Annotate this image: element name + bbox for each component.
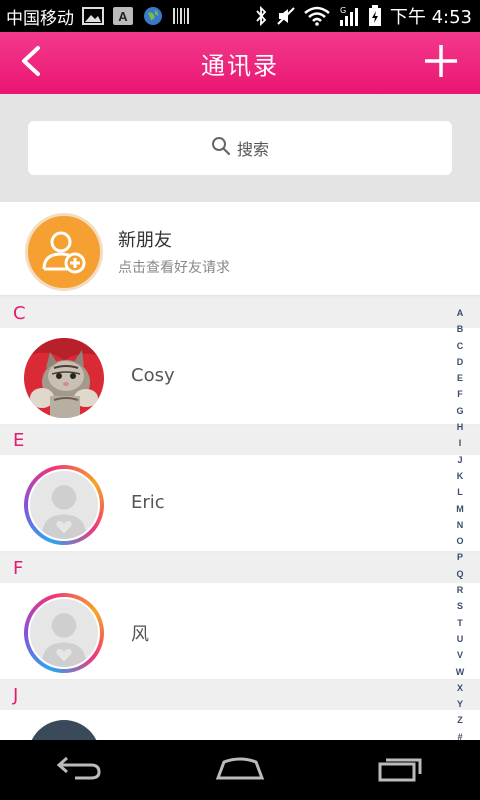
wifi-icon <box>304 6 330 26</box>
back-arrow-icon <box>55 754 105 786</box>
alpha-index-letter[interactable]: I <box>459 435 462 451</box>
alpha-index-letter[interactable]: R <box>457 582 464 598</box>
avatar <box>24 465 104 545</box>
alpha-index-letter[interactable]: N <box>457 517 464 533</box>
avatar <box>24 593 104 673</box>
add-contact-button[interactable] <box>420 42 462 84</box>
search-icon <box>211 136 231 160</box>
nav-home-button[interactable] <box>200 745 280 795</box>
app-header: 通讯录 <box>0 32 480 94</box>
alpha-index-letter[interactable]: D <box>457 354 464 370</box>
contact-name: Eric <box>131 492 165 513</box>
alpha-index-letter[interactable]: Y <box>457 696 463 712</box>
plus-icon <box>423 43 459 83</box>
alpha-index-letter[interactable]: V <box>457 647 463 663</box>
search-placeholder: 搜索 <box>236 140 269 159</box>
alpha-index-letter[interactable]: T <box>457 615 463 631</box>
search-input[interactable]: 搜索 <box>28 121 452 175</box>
back-chevron-icon <box>18 45 42 81</box>
globe-icon <box>142 5 164 27</box>
alpha-index-letter[interactable]: G <box>456 403 463 419</box>
clock: 下午 4:53 <box>389 7 472 28</box>
section-header-c: C <box>0 298 480 328</box>
default-avatar-icon <box>28 597 100 669</box>
avatar <box>24 338 104 418</box>
alpha-index-letter[interactable]: F <box>457 386 463 402</box>
alpha-index-letter[interactable]: S <box>457 598 463 614</box>
avatar <box>28 720 100 740</box>
recent-apps-icon <box>376 754 424 786</box>
default-avatar-icon <box>28 469 100 541</box>
alpha-index-letter[interactable]: U <box>457 631 464 647</box>
nav-recent-button[interactable] <box>360 745 440 795</box>
contact-name: 风 <box>131 624 149 645</box>
alpha-index-letter[interactable]: H <box>457 419 464 435</box>
alpha-index-letter[interactable]: P <box>457 549 463 565</box>
section-header-e: E <box>0 425 480 455</box>
alpha-index-letter[interactable]: X <box>457 680 463 696</box>
search-area: 搜索 <box>0 94 480 202</box>
alpha-index-letter[interactable]: K <box>457 468 464 484</box>
alpha-index-letter[interactable]: L <box>457 484 463 500</box>
carrier-label: 中国移动 <box>6 8 74 29</box>
add-friend-icon <box>25 213 103 291</box>
alpha-index-letter[interactable]: E <box>457 370 463 386</box>
home-icon <box>214 754 266 786</box>
barcode-icon <box>172 7 190 25</box>
battery-icon <box>368 5 382 27</box>
section-header-j: J <box>0 680 480 710</box>
alpha-index-letter[interactable]: J <box>457 452 462 468</box>
alpha-index-letter[interactable]: M <box>456 501 464 517</box>
alpha-index-letter[interactable]: Q <box>456 566 463 582</box>
new-friends-title: 新朋友 <box>118 230 172 251</box>
alpha-index-letter[interactable]: O <box>456 533 463 549</box>
contact-row-feng[interactable]: 风 <box>0 583 480 679</box>
new-friends-subtitle: 点击查看好友请求 <box>118 260 230 276</box>
a-keyboard-icon: A <box>112 6 134 26</box>
section-header-f: F <box>0 553 480 583</box>
contact-row-eric[interactable]: Eric <box>0 455 480 551</box>
bluetooth-icon <box>254 6 268 26</box>
alpha-index-letter[interactable]: C <box>457 338 464 354</box>
alpha-index-letter[interactable]: W <box>456 664 465 680</box>
alphabet-index[interactable]: A B C D E F G H I J K L M N O P Q R S T U V W X Y Z # <box>454 305 466 745</box>
contact-row-cosy[interactable]: Cosy <box>0 328 480 424</box>
signal-icon: G <box>338 5 360 27</box>
contact-row-partial[interactable] <box>0 710 480 740</box>
svg-text:A: A <box>118 9 128 24</box>
back-button[interactable] <box>10 42 50 84</box>
new-friends-row[interactable]: 新朋友 点击查看好友请求 <box>0 202 480 296</box>
image-icon <box>82 7 104 25</box>
alpha-index-letter[interactable]: B <box>457 321 464 337</box>
alpha-index-letter[interactable]: A <box>457 305 464 321</box>
cat-photo-avatar <box>24 338 104 418</box>
nav-back-button[interactable] <box>40 745 120 795</box>
system-nav-bar <box>0 740 480 800</box>
page-title: 通讯录 <box>201 51 279 80</box>
svg-text:G: G <box>340 6 346 15</box>
status-bar: 中国移动 A G 下午 4:53 <box>0 0 480 32</box>
mute-icon <box>276 6 296 26</box>
alpha-index-letter[interactable]: Z <box>457 712 463 728</box>
contact-name: Cosy <box>131 365 175 386</box>
